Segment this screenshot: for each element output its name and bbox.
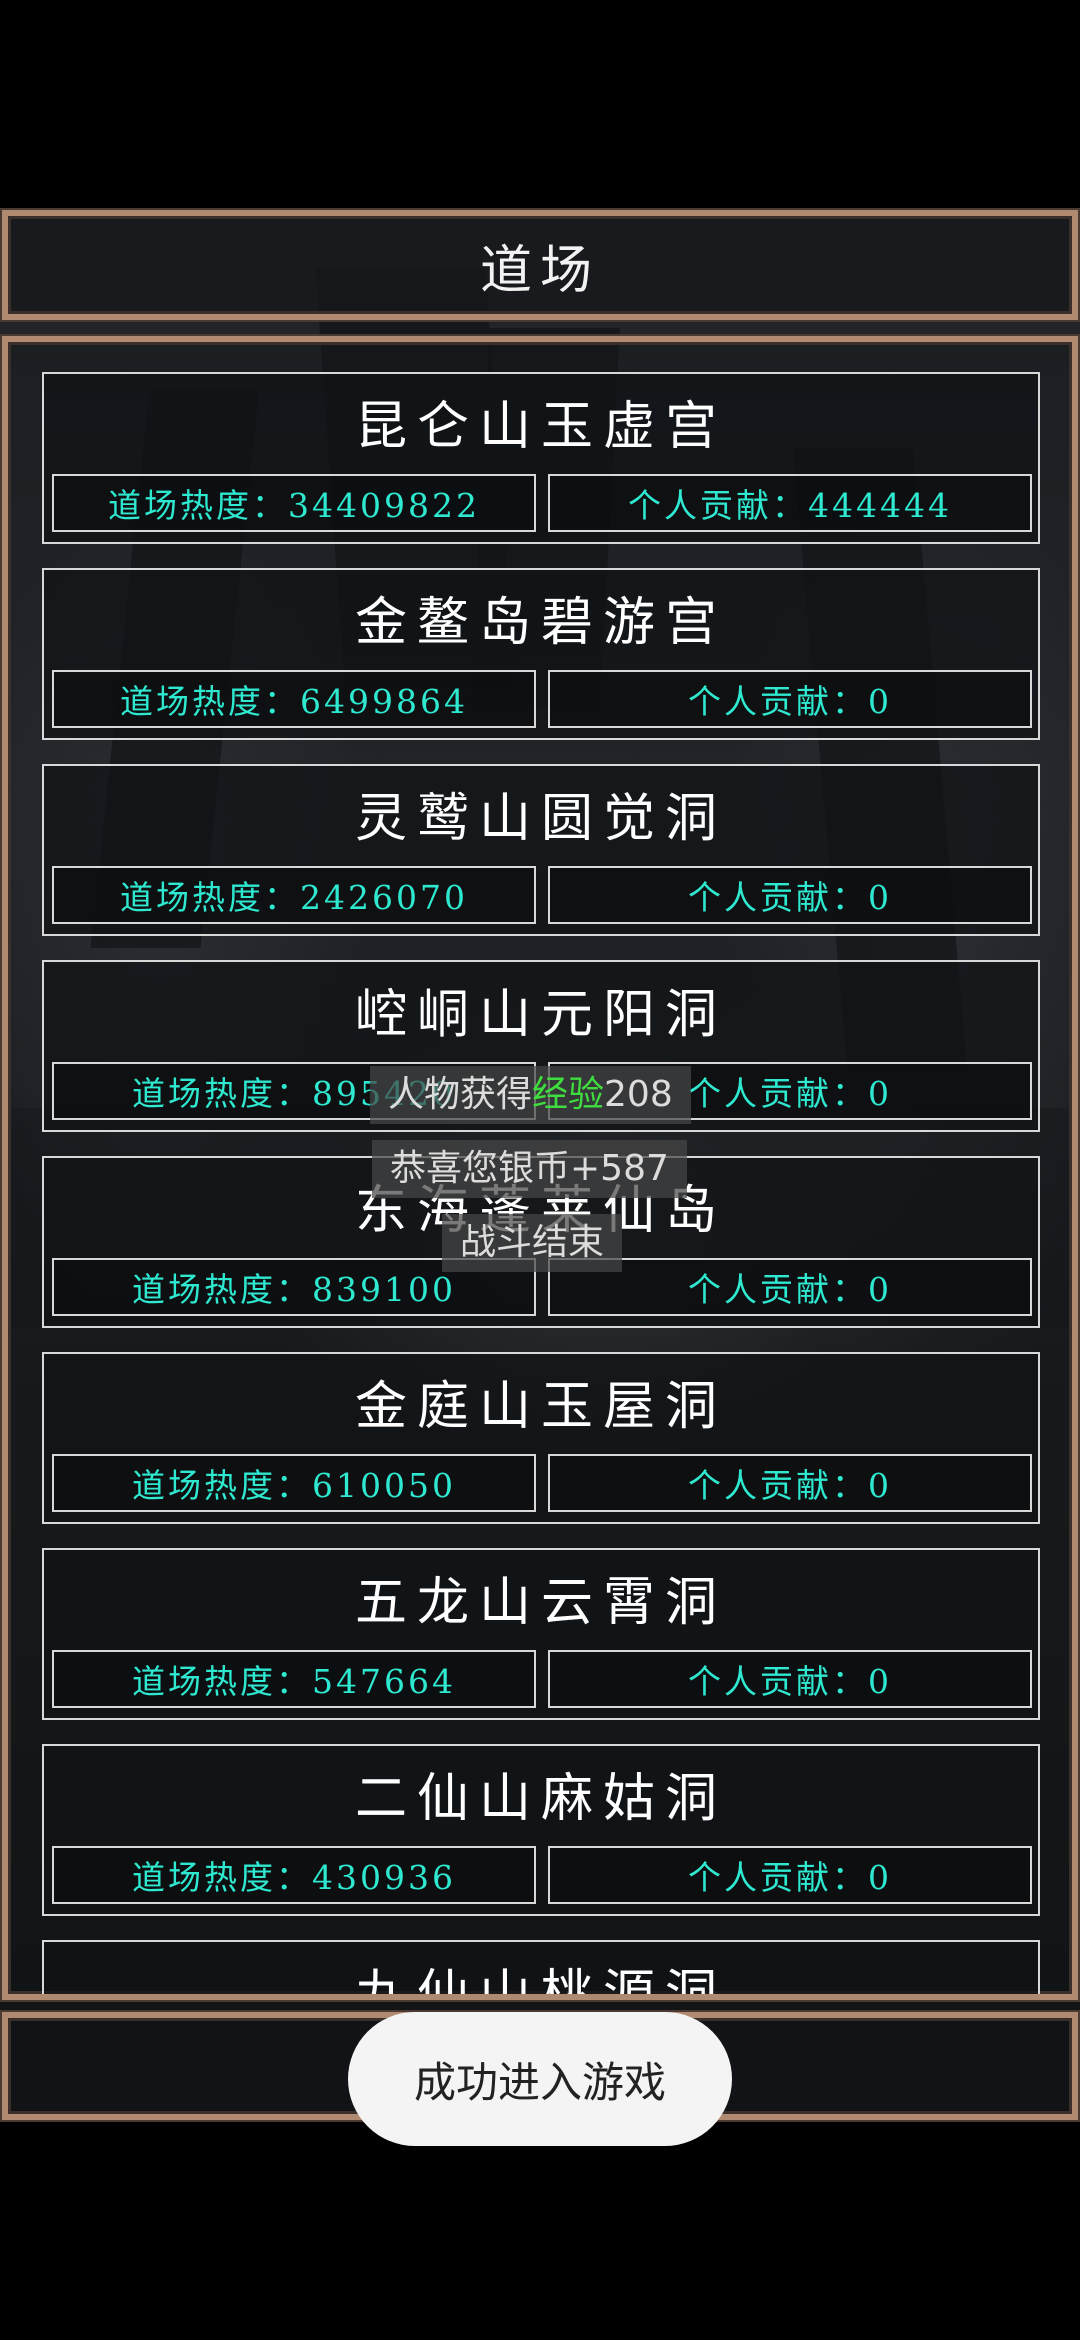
toast-value: 208 (604, 1074, 673, 1115)
dojo-card[interactable]: 金鳌岛碧游宫 道场热度：6499864 个人贡献：0 (42, 568, 1040, 740)
toast-highlight: 经验 (532, 1074, 605, 1115)
dojo-heat: 道场热度：430936 (52, 1846, 536, 1904)
dojo-card[interactable]: 五龙山云霄洞 道场热度：547664 个人贡献：0 (42, 1548, 1040, 1720)
dojo-heat: 道场热度：6499864 (52, 670, 536, 728)
page-title: 道场 (479, 240, 600, 301)
dojo-name: 金鳌岛碧游宫 (354, 592, 727, 653)
dojo-name: 金庭山玉屋洞 (354, 1376, 727, 1437)
exp-gain-toast: 人物获得经验208 (370, 1066, 691, 1124)
dojo-heat: 道场热度：34409822 (52, 474, 536, 532)
personal-contribution: 个人贡献：0 (548, 1846, 1032, 1904)
dojo-card[interactable]: 灵鹫山圆觉洞 道场热度：2426070 个人贡献：0 (42, 764, 1040, 936)
personal-contribution: 个人贡献：0 (548, 1650, 1032, 1708)
dojo-name: 灵鹫山圆觉洞 (354, 788, 727, 849)
dojo-card[interactable]: 九仙山桃源洞 (42, 1940, 1040, 2000)
system-toast: 成功进入游戏 (348, 2012, 732, 2146)
dojo-heat: 道场热度：610050 (52, 1454, 536, 1512)
dojo-name: 二仙山麻姑洞 (354, 1768, 727, 1829)
dojo-heat: 道场热度：547664 (52, 1650, 536, 1708)
toast-text: 人物获得 (388, 1074, 533, 1115)
personal-contribution: 个人贡献：0 (548, 866, 1032, 924)
battle-end-toast: 战斗结束 (442, 1214, 623, 1272)
dojo-card[interactable]: 二仙山麻姑洞 道场热度：430936 个人贡献：0 (42, 1744, 1040, 1916)
dojo-name: 昆仑山玉虚宫 (354, 396, 727, 457)
dojo-heat: 道场热度：2426070 (52, 866, 536, 924)
dojo-card[interactable]: 昆仑山玉虚宫 道场热度：34409822 个人贡献：444444 (42, 372, 1040, 544)
dojo-name: 九仙山桃源洞 (354, 1964, 727, 2000)
title-bar: 道场 (2, 210, 1078, 320)
dojo-name: 五龙山云霄洞 (354, 1572, 727, 1633)
personal-contribution: 个人贡献：444444 (548, 474, 1032, 532)
personal-contribution: 个人贡献：0 (548, 1454, 1032, 1512)
silver-reward-toast: 恭喜您银币+587 (372, 1140, 687, 1198)
dojo-card[interactable]: 金庭山玉屋洞 道场热度：610050 个人贡献：0 (42, 1352, 1040, 1524)
dojo-name: 崆峒山元阳洞 (354, 984, 727, 1045)
personal-contribution: 个人贡献：0 (548, 670, 1032, 728)
